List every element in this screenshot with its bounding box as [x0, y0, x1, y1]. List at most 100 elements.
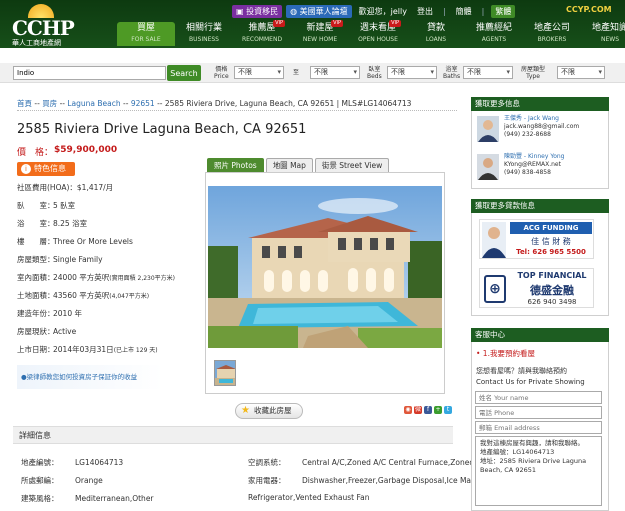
divider: | [442, 7, 446, 16]
tab-street-view[interactable]: 街景 Street View [314, 158, 390, 172]
agent-photo[interactable] [477, 154, 499, 180]
type-select[interactable]: 不限 [557, 66, 605, 79]
agent-email: KYong@REMAX.net [504, 161, 561, 168]
message-field[interactable]: 我對這棟房屋有興趣，請和我聯絡。 地產編號：LG14064713 地址：2585… [475, 436, 602, 506]
detail-key: 房屋現狀： [17, 327, 55, 336]
tab-map[interactable]: 地圖 Map [265, 158, 313, 172]
promo-link[interactable]: ●梁律師教您如何投資房子保証你的收益 [17, 365, 163, 389]
detail-key: 社區費用(HOA)： [17, 183, 77, 192]
filter-label-en: Beds [367, 73, 382, 80]
nav-sublabel: FOR SALE [131, 36, 161, 43]
globe-icon: ◍ [290, 7, 300, 16]
share-icon[interactable]: + [434, 406, 442, 414]
filter-label-zh: 臥室 [368, 66, 381, 73]
detail-value: $1,417/月 [76, 183, 114, 192]
price-max-select[interactable]: 不限 [310, 66, 360, 79]
facebook-icon[interactable]: f [424, 406, 432, 414]
breadcrumb-city[interactable]: Laguna Beach [67, 99, 120, 108]
simplified-link[interactable]: 簡體 [456, 6, 472, 17]
traditional-link[interactable]: 繁體 [491, 5, 516, 18]
site-logo[interactable]: CCHP 華人工商地產網 [10, 4, 75, 47]
nav-label: 貸款 [426, 23, 445, 33]
baths-select[interactable]: 不限 [463, 66, 513, 79]
nav-recommend[interactable]: VIP 推薦屋 RECOMMEND [233, 20, 291, 46]
features-button[interactable]: i 特色信息 [17, 162, 75, 176]
nav-new-home[interactable]: VIP 新建屋 NEW HOME [291, 20, 349, 46]
forum-link[interactable]: ◍ 美國華人論壇 [286, 5, 352, 18]
logo-text: CCHP [12, 16, 75, 40]
agent-name[interactable]: 陳勁豐 - Kinney Yong [504, 153, 565, 160]
baths-filter-label: 浴室 Baths [443, 66, 460, 80]
twitter-icon[interactable]: t [444, 406, 452, 414]
immigration-link[interactable]: ▣ 投資移民 [232, 5, 283, 18]
ccyp-link[interactable]: CCYP.COM [566, 5, 612, 14]
agent-photo[interactable] [477, 116, 499, 142]
ad-brand: ACG FUNDING [510, 222, 592, 234]
nav-sublabel: LOANS [425, 36, 447, 43]
detail-type: 房屋類型：Single Family [17, 254, 103, 265]
tab-photos[interactable]: 照片 Photos [207, 158, 264, 172]
ad-brand: TOP FINANCIAL [517, 271, 587, 280]
nav-news[interactable]: 地產知識 NEWS [581, 22, 625, 46]
info-key: 家用電器： [248, 476, 286, 485]
info-key: 空調系統： [248, 458, 286, 467]
breadcrumb: 首頁 -- 買房 -- Laguna Beach -- 92651 -- 258… [17, 98, 411, 109]
detail-beds: 臥 室：5 臥室 [17, 200, 75, 211]
nav-sublabel: OPEN HOUSE [358, 36, 398, 43]
price-label: 價 格： [17, 148, 54, 158]
nav-sublabel: NEWS [600, 36, 620, 43]
breadcrumb-zip[interactable]: 92651 [131, 99, 155, 108]
phone-field[interactable] [475, 406, 602, 419]
logout-link[interactable]: 登出 [417, 6, 433, 17]
flag-icon: ▣ [236, 7, 247, 16]
info-value: LG14064713 [75, 458, 124, 467]
info-key: 地產編號： [21, 458, 59, 467]
nav-label: 推薦經紀 [475, 23, 512, 33]
breadcrumb-sep: -- [32, 99, 43, 108]
info-ac: 空調系統： Central A/C,Zoned A/C Central Furna… [248, 457, 474, 468]
weibo-icon[interactable]: 微 [414, 406, 422, 414]
save-label: 收藏此房屋 [254, 406, 292, 415]
details-header: 詳細信息 [13, 426, 453, 444]
breadcrumb-buy[interactable]: 買房 [42, 99, 57, 108]
nav-loans[interactable]: 貸款 LOANS [407, 22, 465, 46]
top-financial-ad[interactable]: ⊕ TOP FINANCIAL 德盛金融 626 940 3498 [479, 268, 594, 308]
nav-business[interactable]: 相關行業 BUSINESS [175, 22, 233, 46]
price-min-select[interactable]: 不限 [234, 66, 284, 79]
detail-interior: 室內面積：24000 平方英呎(實用面積 2,230平方米) [17, 272, 175, 283]
detail-note: (4,047平方米) [109, 293, 150, 300]
name-field[interactable] [475, 391, 602, 404]
save-listing-button[interactable]: ★ 收藏此房屋 [235, 403, 303, 419]
agent-2-info: 陳勁豐 - Kinney Yong KYong@REMAX.net (949) 83… [504, 153, 565, 177]
search-input[interactable] [13, 66, 166, 80]
nav-for-sale[interactable]: 買屋 FOR SALE [117, 22, 175, 46]
breadcrumb-home[interactable]: 首頁 [17, 99, 32, 108]
info-zip: 所處郵編： Orange [21, 475, 103, 486]
breadcrumb-sep: -- [57, 99, 68, 108]
rss-icon[interactable]: ◉ [404, 406, 412, 414]
house-photo [208, 186, 442, 348]
agent-name[interactable]: 王傑秀 - Jack Wang [504, 115, 559, 122]
divider: | [481, 7, 485, 16]
nav-brokers[interactable]: 地產公司 BROKERS [523, 22, 581, 46]
thumbnail-image [215, 361, 235, 385]
nav-open-house[interactable]: VIP 週末看屋 OPEN HOUSE [349, 20, 407, 46]
immigration-label: 投資移民 [246, 7, 279, 16]
price-filter-label: 價格 Price [214, 66, 229, 80]
breadcrumb-sep: -- [154, 99, 165, 108]
info-value: Refrigerator,Vented Exhaust Fan [248, 493, 370, 502]
nav-agents[interactable]: 推薦經紀 AGENTS [465, 22, 523, 46]
appointment-link[interactable]: • 1.我要預約看屋 [476, 348, 535, 359]
beds-select[interactable]: 不限 [387, 66, 437, 79]
search-button[interactable]: Search [167, 65, 201, 81]
features-label: 特色信息 [34, 164, 66, 173]
info-value: Orange [75, 476, 103, 485]
main-photo[interactable] [208, 186, 442, 348]
acg-funding-ad[interactable]: ACG FUNDING 佳 信 財 務 Tel: 626 965 5500 [479, 219, 594, 259]
email-field[interactable] [475, 421, 602, 434]
filter-label-zh: 浴室 [445, 66, 458, 73]
detail-value: Single Family [53, 255, 103, 264]
vip-badge: VIP [273, 20, 285, 27]
more-info-header: 獲取更多信息 [471, 97, 609, 111]
photo-thumbnail[interactable] [214, 360, 236, 386]
